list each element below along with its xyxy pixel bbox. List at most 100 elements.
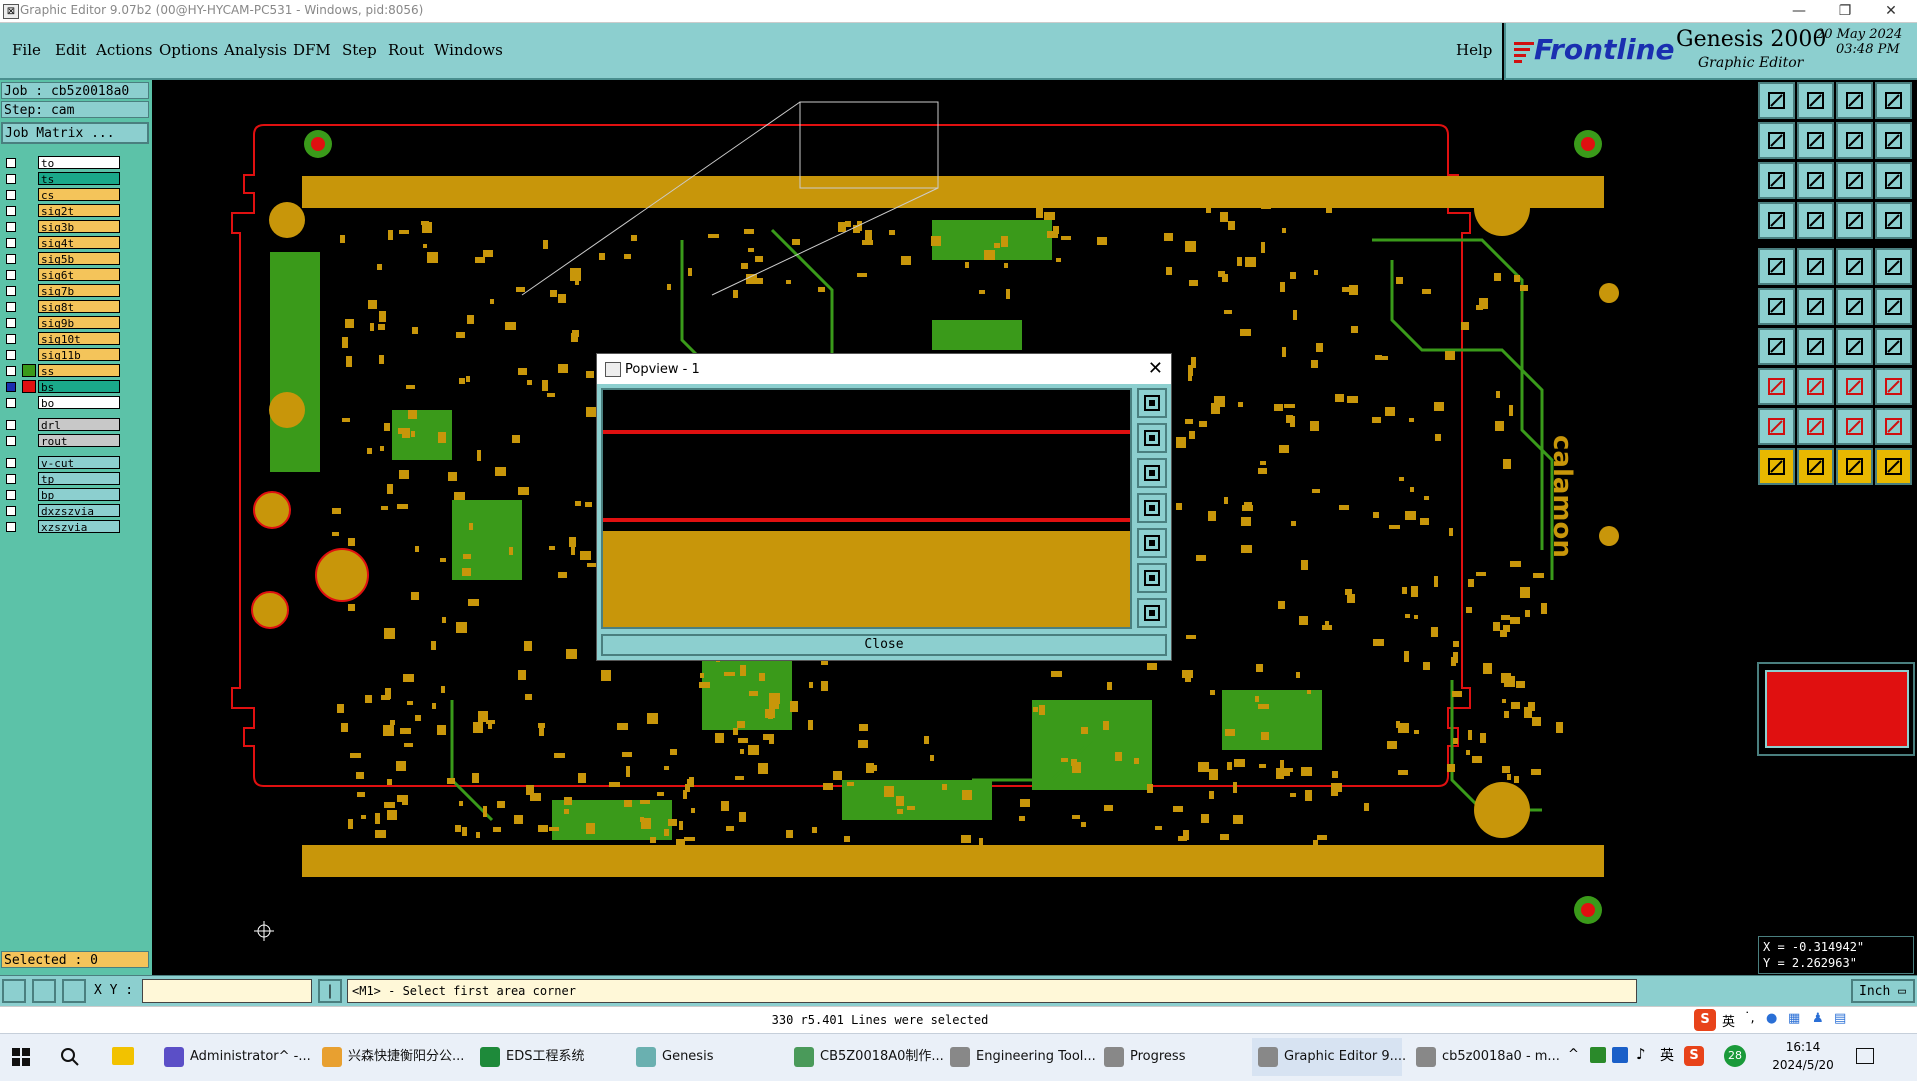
taskbar-item[interactable]: Engineering Tool... [944,1038,1096,1076]
draw-line-button[interactable] [1758,328,1795,365]
layer-name[interactable]: sig3b [38,220,120,234]
layer-row[interactable]: ts [2,172,124,186]
layer-color-swatch[interactable] [22,380,36,393]
layer-checkbox[interactable] [6,190,16,200]
select-button[interactable] [1758,448,1795,485]
scale-button[interactable] [1836,162,1873,199]
layer-name[interactable]: ss [38,364,120,378]
flip-button[interactable] [1875,122,1912,159]
break-button[interactable] [1875,328,1912,365]
open-button[interactable] [1758,82,1795,119]
triangle-button[interactable] [1758,408,1795,445]
grid-mode-icon[interactable] [62,979,86,1003]
tray-language[interactable]: 英 [1660,1045,1674,1065]
windows-start-icon[interactable] [12,1048,30,1066]
text-button[interactable] [1797,408,1834,445]
layer-row[interactable]: sig6t [2,268,124,282]
copy-button[interactable] [1875,288,1912,325]
layer-name[interactable]: sig8t [38,300,120,314]
ruler-button[interactable] [1836,248,1873,285]
punctuation-icon[interactable]: ˙, [1744,1011,1755,1026]
file-explorer-icon[interactable] [112,1047,134,1065]
layer-checkbox[interactable] [6,238,16,248]
menu-analysis[interactable]: Analysis [224,41,287,59]
layer-name[interactable]: bs [38,380,120,394]
layer-row[interactable]: dxzszvia [2,504,124,518]
layer-row[interactable]: bs [2,380,124,394]
layer-name[interactable]: drl [38,418,120,432]
layer-name[interactable]: sig2t [38,204,120,218]
layer-checkbox[interactable] [6,458,16,468]
layer-row[interactable]: sig11b [2,348,124,362]
help-button[interactable] [1875,162,1912,199]
layer-row[interactable]: cs [2,188,124,202]
zoom-reset-button[interactable] [1797,162,1834,199]
menu-actions[interactable]: Actions [96,41,152,59]
keyboard-icon[interactable]: ▦ [1788,1011,1800,1026]
connect-button[interactable] [1758,288,1795,325]
volume-icon[interactable]: ♪ [1636,1045,1646,1063]
ime-language[interactable]: 英 [1722,1011,1735,1030]
layer-name[interactable]: bp [38,488,120,502]
menu-dfm[interactable]: DFM [293,41,331,59]
zoom-fit-button[interactable] [1758,162,1795,199]
taskbar-item[interactable]: Progress [1098,1038,1248,1076]
popview-close-x-button[interactable]: ✕ [1148,358,1163,379]
units-selector[interactable]: Inch ▭ [1851,979,1915,1003]
search-icon[interactable] [60,1047,80,1067]
menu-edit[interactable]: Edit [55,41,86,59]
notification-center-icon[interactable] [1856,1048,1874,1064]
snap-button[interactable] [1836,202,1873,239]
taskbar-item[interactable]: Genesis [630,1038,780,1076]
undo-button[interactable] [1758,122,1795,159]
layer-checkbox[interactable] [6,474,16,484]
layer-name[interactable]: sig10t [38,332,120,346]
layer-row[interactable]: sig8t [2,300,124,314]
save-button[interactable] [1797,82,1834,119]
select-area-button[interactable] [1836,448,1873,485]
home-button[interactable] [1836,82,1873,119]
layer-row[interactable]: v-cut [2,456,124,470]
taskbar-item[interactable]: cb5z0018a0 - m... [1410,1038,1560,1076]
text-bold-button[interactable] [1836,408,1873,445]
align-button[interactable] [1875,202,1912,239]
circle-button[interactable] [1875,248,1912,285]
resize-button[interactable] [1836,368,1873,405]
popview-close-button[interactable]: Close [601,634,1167,656]
move-button[interactable] [1836,288,1873,325]
layer-name[interactable]: sig5b [38,252,120,266]
layer-row[interactable]: rout [2,434,124,448]
bluetooth-icon[interactable] [1612,1047,1628,1063]
notification-badge[interactable]: 28 [1724,1045,1746,1067]
layer-checkbox[interactable] [6,174,16,184]
menu-windows[interactable]: Windows [434,41,503,59]
menu-step[interactable]: Step [342,41,377,59]
layout-button[interactable] [1875,82,1912,119]
layer-checkbox[interactable] [6,318,16,328]
pan-up-button[interactable] [1137,423,1167,453]
layer-name[interactable]: sig9b [38,316,120,330]
layer-color-swatch[interactable] [22,364,36,377]
add-pad-button[interactable] [1758,368,1795,405]
layer-name[interactable]: sig7b [38,284,120,298]
angle-mode-icon[interactable] [32,979,56,1003]
job-matrix-button[interactable]: Job Matrix ... [1,122,149,144]
layer-checkbox[interactable] [6,302,16,312]
fit-button[interactable] [1137,563,1167,593]
menu-options[interactable]: Options [159,41,218,59]
pan-down-button[interactable] [1137,458,1167,488]
layer-checkbox[interactable] [6,522,16,532]
redo-button[interactable] [1797,122,1834,159]
tray-overflow-icon[interactable]: ^ [1568,1047,1579,1062]
layer-checkbox[interactable] [6,382,16,392]
measure-button[interactable] [1758,202,1795,239]
layer-checkbox[interactable] [6,286,16,296]
tray-app-icon[interactable] [1590,1047,1606,1063]
layer-checkbox[interactable] [6,222,16,232]
minimize-button[interactable]: — [1776,0,1822,22]
close-button[interactable]: ✕ [1868,0,1914,22]
layer-name[interactable]: bo [38,396,120,410]
layer-row[interactable]: sig7b [2,284,124,298]
pan-left-button[interactable] [1137,493,1167,523]
layer-row[interactable]: sig10t [2,332,124,346]
